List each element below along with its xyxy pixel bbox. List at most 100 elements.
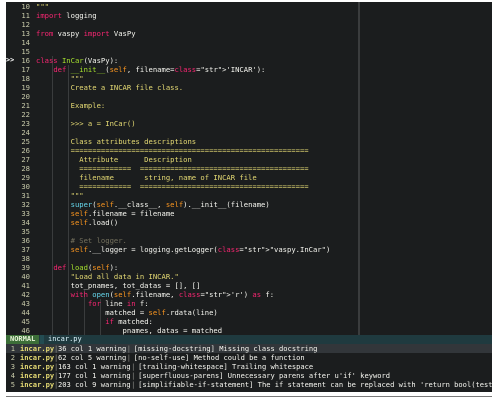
line-number: 10 bbox=[21, 2, 30, 11]
code-text: self.load() bbox=[70, 218, 119, 227]
code-text: with open(self.filename, class="str">'r'… bbox=[70, 290, 275, 299]
line-number: 32 bbox=[21, 200, 30, 209]
code-line: 14 bbox=[6, 38, 356, 47]
code-text: super(self.__class__, self).__init__(fil… bbox=[70, 200, 270, 209]
code-line: 20 bbox=[6, 92, 356, 101]
quickfix-item[interactable]: 1 incar.py | 36 col 1 warning | [missing-docs… bbox=[6, 344, 492, 353]
code-text: # Set logger. bbox=[70, 236, 127, 245]
line-number: 34 bbox=[21, 218, 30, 227]
quickfix-item-location: 203 col 9 warning bbox=[58, 380, 131, 389]
code-text: Class attributes descriptions bbox=[36, 137, 197, 146]
line-number: 33 bbox=[21, 209, 30, 218]
line-number: 17 bbox=[21, 65, 30, 74]
line-number: 26 bbox=[21, 146, 30, 155]
code-text: ============ ===========================… bbox=[36, 182, 309, 191]
line-number: 14 bbox=[21, 38, 30, 47]
quickfix-item-number: 4 bbox=[10, 371, 15, 380]
code-line: 27 Attribute Description bbox=[6, 155, 356, 164]
line-number: 20 bbox=[21, 92, 30, 101]
code-text: ========================================… bbox=[36, 146, 309, 155]
quickfix-item-file: incar.py bbox=[20, 371, 55, 380]
code-line: 32 super(self.__class__, self).__init__(… bbox=[6, 200, 356, 209]
code-text: import logging bbox=[36, 11, 97, 20]
code-line: 17 def __init__(self, filename=class="st… bbox=[6, 65, 356, 74]
code-text: self.filename = filename bbox=[70, 209, 175, 218]
code-line: 40 "Load all data in INCAR." bbox=[6, 272, 356, 281]
line-number: 29 bbox=[21, 173, 30, 182]
quickfix-item-number: 2 bbox=[10, 353, 15, 362]
line-number: 40 bbox=[21, 272, 30, 281]
vertical-split-divider[interactable] bbox=[358, 2, 360, 335]
code-line: 21 Example: bbox=[6, 101, 356, 110]
code-text: if matched: bbox=[105, 317, 153, 326]
code-line: 39 def load(self): bbox=[6, 263, 356, 272]
code-line: 23 >>> a = InCar() bbox=[6, 119, 356, 128]
quickfix-item-number: 1 bbox=[10, 344, 15, 353]
quickfix-item[interactable]: 4 incar.py | 177 col 1 warning | [superfluous… bbox=[6, 371, 492, 380]
code-line: 46 pnames, datas = matched bbox=[6, 326, 356, 335]
quickfix-item[interactable]: 3 incar.py | 163 col 1 warning | [trailing-wh… bbox=[6, 362, 492, 371]
code-line: 11 import logging bbox=[6, 11, 356, 20]
line-number: 37 bbox=[21, 245, 30, 254]
code-text: Attribute Description bbox=[36, 155, 192, 164]
code-line: 15 bbox=[6, 47, 356, 56]
code-text: def load(self): bbox=[53, 263, 119, 272]
code-line: 26 =====================================… bbox=[6, 146, 356, 155]
line-number: 22 bbox=[21, 110, 30, 119]
line-number: 35 bbox=[21, 227, 30, 236]
status-filename: incar.py bbox=[48, 335, 82, 343]
code-line: 38 bbox=[6, 254, 356, 263]
code-text: Example: bbox=[36, 101, 106, 110]
code-line: 33 self.filename = filename bbox=[6, 209, 356, 218]
quickfix-item-message: [superfluous-parens] Unnecessary parens … bbox=[138, 371, 391, 380]
line-number: 42 bbox=[21, 290, 30, 299]
code-text: for line in f: bbox=[87, 299, 149, 308]
quickfix-item-location: 62 col 5 warning bbox=[58, 353, 127, 362]
code-text: >>> a = InCar() bbox=[36, 119, 136, 128]
quickfix-item-message: [no-self-use] Method could be a function bbox=[133, 353, 305, 362]
code-line: 28 ============ ========================… bbox=[6, 164, 356, 173]
line-number: 36 bbox=[21, 236, 30, 245]
quickfix-item-number: 5 bbox=[10, 380, 15, 389]
code-line: 36 # Set logger. bbox=[6, 236, 356, 245]
line-number: 11 bbox=[21, 11, 30, 20]
code-text: tot_pnames, tot_datas = [], [] bbox=[36, 281, 201, 290]
quickfix-item-file: incar.py bbox=[20, 380, 55, 389]
code-text: ============ ===========================… bbox=[36, 164, 309, 173]
mode-indicator: NORMAL bbox=[6, 335, 40, 344]
code-line: 37 self.__logger = logging.getLogger(cla… bbox=[6, 245, 356, 254]
quickfix-item-location: 177 col 1 warning bbox=[58, 371, 131, 380]
quickfix-item-file: incar.py bbox=[20, 353, 55, 362]
quickfix-item-file: incar.py bbox=[20, 362, 55, 371]
line-number: 15 bbox=[21, 47, 30, 56]
code-line: 19 Create a INCAR file class. bbox=[6, 83, 356, 92]
line-number: 25 bbox=[21, 137, 30, 146]
code-line: 10 """ bbox=[6, 2, 356, 11]
code-text: """ bbox=[36, 74, 84, 83]
code-line: 34 self.load() bbox=[6, 218, 356, 227]
code-line: 42 with open(self.filename, class="str">… bbox=[6, 290, 356, 299]
code-line: 18 """ bbox=[6, 74, 356, 83]
line-number: 46 bbox=[21, 326, 30, 335]
line-number: 19 bbox=[21, 83, 30, 92]
code-editor[interactable]: 10 """ 11 import logging 12 13 from vaspy impo… bbox=[6, 2, 492, 335]
line-number: 31 bbox=[21, 191, 30, 200]
quickfix-separator: | bbox=[126, 344, 132, 353]
line-number: 27 bbox=[21, 155, 30, 164]
quickfix-list: 1 incar.py | 36 col 1 warning | [missing-docs… bbox=[6, 344, 492, 392]
status-line: NORMAL incar.py bbox=[6, 335, 492, 344]
quickfix-separator: | bbox=[126, 353, 132, 362]
code-line: 35 bbox=[6, 227, 356, 236]
line-number: 21 bbox=[21, 101, 30, 110]
code-line: 31 """ bbox=[6, 191, 356, 200]
line-number: 12 bbox=[21, 20, 30, 29]
code-line: 13 from vaspy import VasPy bbox=[6, 29, 356, 38]
quickfix-item[interactable]: 2 incar.py | 62 col 5 warning | [no-self-use]… bbox=[6, 353, 492, 362]
code-line: >> 16 class InCar(VasPy): bbox=[6, 56, 356, 65]
sign-column: >> bbox=[6, 56, 15, 64]
quickfix-item[interactable]: 5 incar.py | 203 col 9 warning | [simplifiabl… bbox=[6, 380, 492, 389]
code-text: from vaspy import VasPy bbox=[36, 29, 136, 38]
quickfix-item-location: 163 col 1 warning bbox=[58, 362, 131, 371]
quickfix-item-message: [simplifiable-if-statement] The if state… bbox=[138, 380, 492, 389]
status-separator bbox=[40, 335, 44, 344]
